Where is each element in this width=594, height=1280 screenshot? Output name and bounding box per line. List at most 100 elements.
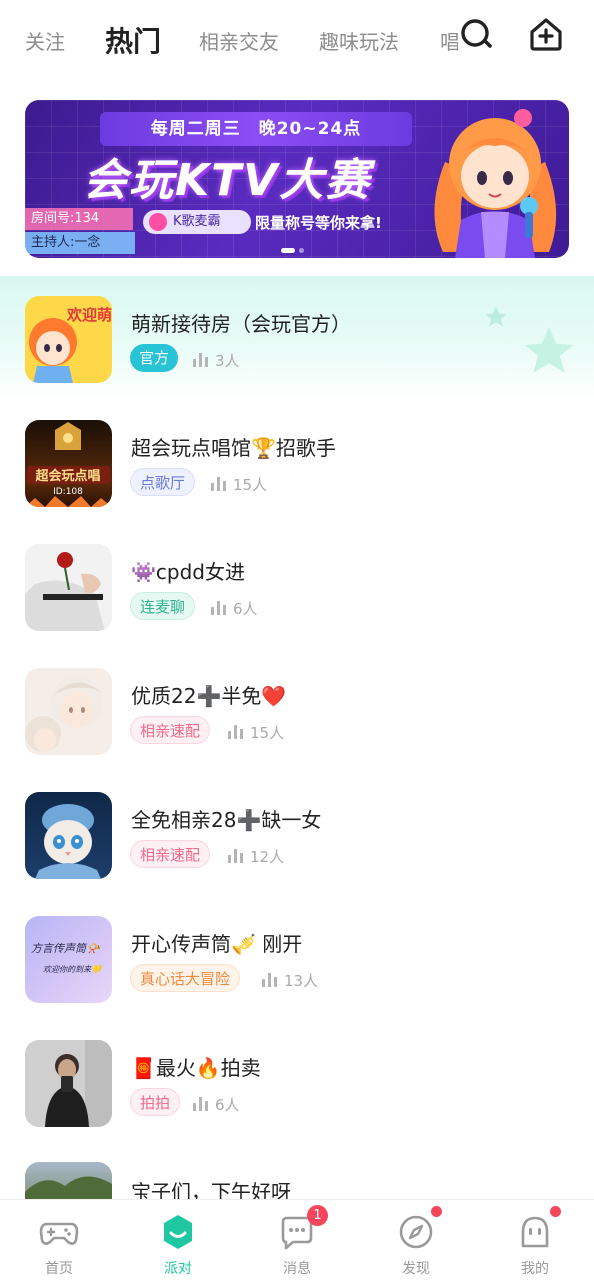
room-item[interactable]: 全免相亲28➕缺一女 相亲速配 12人 xyxy=(0,772,594,896)
ktv-hall-image: 超会玩点唱 ID:108 xyxy=(25,422,112,507)
member-count-text: 3人 xyxy=(215,352,240,370)
member-count-text: 12人 xyxy=(250,848,285,866)
party-icon xyxy=(164,1215,192,1249)
member-count-text: 15人 xyxy=(233,476,268,494)
room-member-count: 6人 xyxy=(211,598,258,619)
room-title: 👾cpdd女进 xyxy=(131,560,245,584)
star-decoration-icon xyxy=(524,326,574,373)
room-title: 萌新接待房（会玩官方） xyxy=(131,312,351,336)
room-item[interactable]: 👾cpdd女进 连麦聊 6人 xyxy=(0,524,594,648)
banner-ktv-label: K歌麦霸 xyxy=(173,214,221,229)
banner-title: 会玩KTV大赛 xyxy=(83,155,372,206)
nav-discover[interactable]: 发现 xyxy=(357,1200,475,1280)
room-thumbnail: 方言传声筒📯 欢迎你的到来💛 xyxy=(25,916,112,1003)
event-banner[interactable]: 每周二周三 晚20~24点 会玩KTV大赛 房间号:134 主持人:一念 K歌麦… xyxy=(25,100,569,258)
room-tag: 连麦聊 xyxy=(130,592,196,620)
room-thumbnail xyxy=(25,792,112,879)
tab-hot[interactable]: 热门 xyxy=(105,20,161,60)
banner-ktv-tag: K歌麦霸 xyxy=(143,210,251,234)
ktv-id-text: ID:108 xyxy=(53,487,83,497)
singer-girl-illustration xyxy=(434,109,557,258)
nav-messages[interactable]: 1 消息 xyxy=(238,1200,356,1280)
room-item[interactable]: 超会玩点唱 ID:108 超会玩点唱馆🏆招歌手 点歌厅 15人 xyxy=(0,400,594,524)
nav-profile[interactable]: 我的 xyxy=(476,1200,594,1280)
handwritten-note-image: 方言传声筒📯 欢迎你的到来💛 xyxy=(31,942,103,974)
nav-label: 发现 xyxy=(402,1261,430,1277)
room-title: 超会玩点唱馆🏆招歌手 xyxy=(131,436,336,460)
notification-dot xyxy=(431,1206,442,1217)
banner-page-indicator xyxy=(281,240,308,258)
search-icon[interactable] xyxy=(456,14,496,54)
nav-party[interactable]: 派对 xyxy=(119,1200,237,1280)
room-title: 🧧最火🔥拍卖 xyxy=(131,1056,261,1080)
member-count-text: 15人 xyxy=(250,724,285,742)
party-page: 关注 热门 相亲交友 趣味玩法 唱 每周二周三 晚20~24点 会玩KTV大赛 … xyxy=(0,0,594,1280)
anime-boys-image xyxy=(25,676,105,752)
room-member-count: 6人 xyxy=(193,1094,240,1115)
indicator-inactive xyxy=(299,248,304,253)
nav-label: 首页 xyxy=(45,1261,73,1277)
tab-dating[interactable]: 相亲交友 xyxy=(199,26,279,55)
room-tag: 相亲速配 xyxy=(130,840,211,868)
star-decoration-icon xyxy=(485,306,507,327)
room-item[interactable]: 方言传声筒📯 欢迎你的到来💛 开心传声筒🎺 刚开 真心话大冒险 13人 xyxy=(0,896,594,1020)
unread-badge: 1 xyxy=(307,1205,328,1226)
room-thumbnail: 超会玩点唱 ID:108 xyxy=(25,420,112,507)
signal-bars-icon xyxy=(228,725,244,739)
room-thumbnail: 欢迎萌新 xyxy=(25,296,112,383)
banner-schedule: 每周二周三 晚20~24点 xyxy=(100,112,412,146)
nav-label: 派对 xyxy=(164,1261,192,1277)
add-room-icon[interactable] xyxy=(526,14,566,54)
member-count-text: 13人 xyxy=(284,972,319,990)
nav-label: 消息 xyxy=(283,1261,311,1277)
room-member-count: 13人 xyxy=(262,970,318,991)
room-member-count: 12人 xyxy=(228,846,284,867)
room-tag: 拍拍 xyxy=(130,1088,181,1116)
compass-icon xyxy=(399,1215,433,1249)
banner-prize: 限量称号等你来拿! xyxy=(255,214,382,232)
nav-home[interactable]: 首页 xyxy=(0,1200,118,1280)
signal-bars-icon xyxy=(193,1097,209,1111)
room-member-count: 15人 xyxy=(211,474,267,495)
top-tab-bar: 关注 热门 相亲交友 趣味玩法 唱 xyxy=(0,0,594,86)
room-member-count: 3人 xyxy=(193,350,240,371)
signal-bars-icon xyxy=(193,353,209,367)
mirror-selfie-image xyxy=(25,1040,112,1127)
tab-fun-play[interactable]: 趣味玩法 xyxy=(319,26,399,55)
bottom-nav-bar: 首页 派对 1 消息 发现 我的 xyxy=(0,1199,594,1280)
room-title: 优质22➕半免❤️ xyxy=(131,684,287,708)
profile-icon xyxy=(521,1216,549,1248)
tab-follow[interactable]: 关注 xyxy=(25,26,65,55)
room-tag: 官方 xyxy=(130,344,179,372)
signal-bars-icon xyxy=(211,477,227,491)
welcome-text: 欢迎萌新 xyxy=(66,306,112,324)
indicator-active xyxy=(281,248,295,253)
note-line-1: 方言传声筒📯 xyxy=(31,942,102,955)
room-tag: 真心话大冒险 xyxy=(130,964,241,992)
room-item[interactable]: 🧧最火🔥拍卖 拍拍 6人 xyxy=(0,1020,594,1144)
room-tag: 相亲速配 xyxy=(130,716,211,744)
room-item[interactable]: 优质22➕半免❤️ 相亲速配 15人 xyxy=(0,648,594,772)
nav-label: 我的 xyxy=(521,1261,549,1277)
room-thumbnail xyxy=(25,544,112,631)
rose-hand-image xyxy=(25,544,112,631)
room-item[interactable]: 欢迎萌新 萌新接待房（会玩官方） 官方 3人 xyxy=(0,276,594,400)
banner-host: 主持人:一念 xyxy=(25,232,135,254)
signal-bars-icon xyxy=(211,601,227,615)
signal-bars-icon xyxy=(262,973,278,987)
room-thumbnail xyxy=(25,668,112,755)
member-count-text: 6人 xyxy=(233,600,258,618)
room-thumbnail xyxy=(25,1040,112,1127)
member-count-text: 6人 xyxy=(215,1096,240,1114)
ktv-text: 超会玩点唱 xyxy=(35,468,100,484)
microphone-icon xyxy=(149,213,167,231)
welcome-girl-image: 欢迎萌新 xyxy=(29,306,112,383)
notification-dot xyxy=(550,1206,561,1217)
room-title: 全免相亲28➕缺一女 xyxy=(131,808,322,832)
room-member-count: 15人 xyxy=(228,722,284,743)
room-title: 开心传声筒🎺 刚开 xyxy=(131,932,303,956)
signal-bars-icon xyxy=(228,849,244,863)
banner-room-number: 房间号:134 xyxy=(25,208,133,230)
gamepad-icon xyxy=(39,1222,79,1245)
room-tag: 点歌厅 xyxy=(130,468,196,496)
